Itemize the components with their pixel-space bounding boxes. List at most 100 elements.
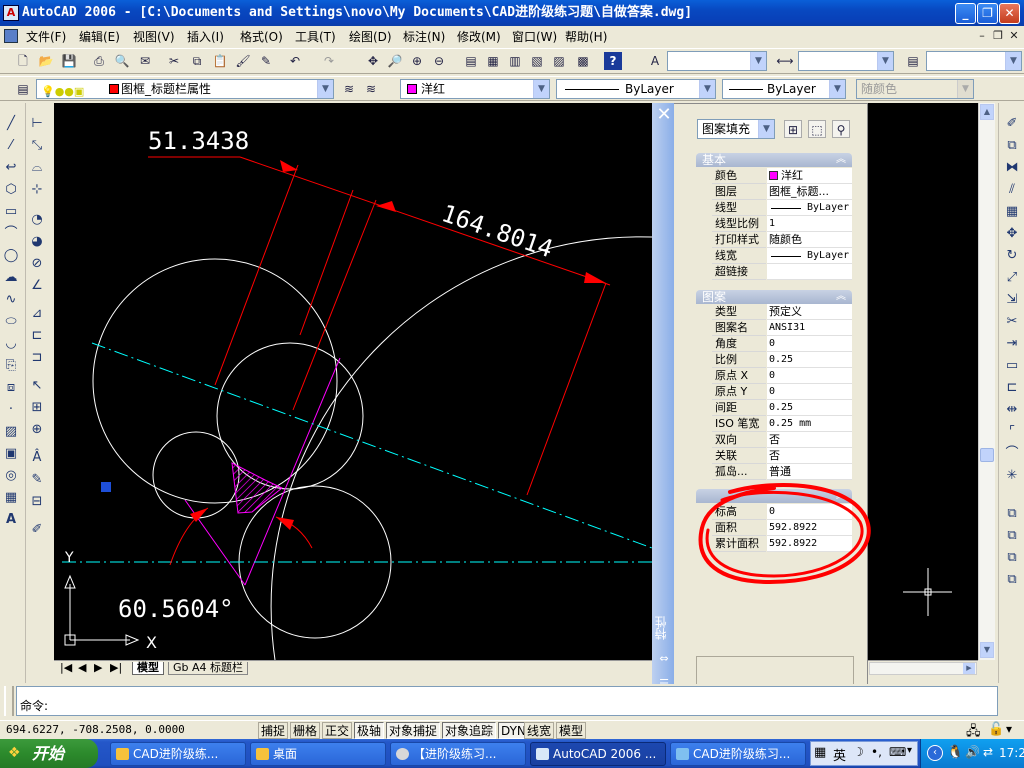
task-cad-folder[interactable]: CAD进阶级练... (110, 742, 246, 766)
join-icon[interactable]: ⇹ (1001, 399, 1023, 420)
toggle-model[interactable]: 模型 (556, 722, 587, 739)
dimedit-icon[interactable]: Â (26, 447, 48, 468)
quick-leader-icon[interactable]: ↖ (26, 375, 48, 396)
layer-previous-icon[interactable]: ≋ (362, 80, 380, 98)
undo-icon[interactable]: ↶ (286, 52, 304, 70)
block-editor-icon[interactable]: ✎ (257, 52, 275, 70)
object-type-select[interactable]: 图案填充 ▼ (697, 119, 775, 139)
prop-row-double[interactable]: 双向否 (712, 432, 852, 448)
menu-dimension[interactable]: 标注(N) (403, 28, 445, 45)
table-icon[interactable]: ▦ (0, 487, 22, 508)
baseline-dim-icon[interactable]: ⊏ (26, 325, 48, 346)
autohide-icon[interactable]: ⇔ (656, 652, 672, 666)
network-icon[interactable]: ⇄ (983, 745, 993, 759)
ellipse-arc-icon[interactable]: ◡ (0, 333, 22, 354)
array-icon[interactable]: ▦ (1001, 201, 1023, 222)
prop-row-iso-pen[interactable]: ISO 笔宽 0.25 mm (712, 416, 852, 432)
task-image-viewer[interactable]: CAD进阶级练习... (670, 742, 806, 766)
save-icon[interactable]: 💾 (60, 52, 78, 70)
zoom-previous-icon[interactable]: ⊖ (430, 52, 448, 70)
tab-next-icon[interactable]: ▶ (90, 662, 106, 675)
matchprop-icon[interactable]: 🖌 (234, 52, 252, 70)
menu-insert[interactable]: 插入(I) (187, 28, 224, 45)
prop-row-associative[interactable]: 关联否 (712, 448, 852, 464)
prop-row-type[interactable]: 类型 预定义 (712, 304, 852, 320)
command-line[interactable]: 命令: (16, 686, 998, 716)
trim-icon[interactable]: ✂ (1001, 311, 1023, 332)
copy-object-icon[interactable]: ⧉ (1001, 135, 1023, 156)
prop-row-origin-x[interactable]: 原点 X0 (712, 368, 852, 384)
erase-icon[interactable]: ✐ (1001, 113, 1023, 134)
make-current-layer-icon[interactable]: ≋ (340, 80, 358, 98)
aligned-dim-icon[interactable]: ⤡ (26, 135, 48, 156)
redo-icon[interactable]: ↷ (320, 52, 338, 70)
quick-dim-icon[interactable]: ⊿ (26, 303, 48, 324)
break-icon[interactable]: ⊏ (1001, 377, 1023, 398)
toggle-ortho[interactable]: 正交 (322, 722, 353, 739)
prop-row-origin-y[interactable]: 原点 Y0 (712, 384, 852, 400)
paste-icon[interactable]: 📋 (211, 52, 229, 70)
clock[interactable]: 17:23 (999, 746, 1024, 760)
dim-style-icon[interactable]: ⟷ (776, 52, 794, 70)
help-icon[interactable]: ? (604, 52, 622, 70)
menu-edit[interactable]: 编辑(E) (79, 28, 120, 45)
toggle-pickadd-icon[interactable]: ⊞ (784, 120, 802, 138)
polyline-icon[interactable]: ↩ (0, 157, 22, 178)
restore-button[interactable]: ❐ (977, 3, 998, 24)
language-bar[interactable]: ▦ 英 ☽ •, ⌨ ▾ (810, 741, 918, 766)
minimize-button[interactable]: _ (955, 3, 976, 24)
table-style-icon[interactable]: ▤ (904, 52, 922, 70)
extend-icon[interactable]: ⇥ (1001, 333, 1023, 354)
collapse-icon[interactable]: ︽ (836, 153, 846, 167)
tool-palettes-icon[interactable]: ▥ (506, 52, 524, 70)
ordinate-dim-icon[interactable]: ⊹ (26, 179, 48, 200)
toggle-osnap[interactable]: 对象捕捉 (386, 722, 441, 739)
doc-restore-icon[interactable]: ❐ (991, 29, 1005, 43)
pan-icon[interactable]: ✥ (364, 52, 382, 70)
menu-format[interactable]: 格式(O) (240, 28, 283, 45)
palette-close-icon[interactable]: ✕ (655, 106, 673, 124)
sheet-set-icon[interactable]: ▧ (528, 52, 546, 70)
menu-draw[interactable]: 绘图(D) (349, 28, 392, 45)
gradient-icon[interactable]: ▣ (0, 443, 22, 464)
dimtedit-icon[interactable]: ✎ (26, 469, 48, 490)
zoom-window-icon[interactable]: ⊕ (408, 52, 426, 70)
break-point-icon[interactable]: ▭ (1001, 355, 1023, 376)
tolerance-icon[interactable]: ⊞ (26, 397, 48, 418)
menu-file[interactable]: 文件(F) (26, 28, 66, 45)
start-button[interactable]: ❖ 开始 (0, 739, 98, 768)
status-menu-icon[interactable]: ▾ (1006, 722, 1012, 736)
scroll-up-icon[interactable]: ▲ (980, 104, 994, 120)
prop-row-scale[interactable]: 比例 0.25 (712, 352, 852, 368)
autocad-icon[interactable]: A (3, 5, 19, 21)
toggle-polar[interactable]: 极轴 (354, 722, 385, 739)
scroll-right-icon[interactable]: ▶ (963, 663, 975, 674)
design-center-icon[interactable]: ▦ (484, 52, 502, 70)
select-objects-icon[interactable]: ⬚ (808, 120, 826, 138)
close-button[interactable]: ✕ (999, 3, 1020, 24)
properties-icon[interactable]: ▤ (462, 52, 480, 70)
toggle-snap[interactable]: 捕捉 (258, 722, 289, 739)
layer-combo[interactable]: 💡●●▣ 图框_标题栏属性 ▼ (36, 79, 334, 99)
markup-icon[interactable]: ▨ (550, 52, 568, 70)
fillet-icon[interactable]: ⌒ (1001, 443, 1023, 464)
scroll-thumb[interactable] (980, 448, 994, 462)
center-mark-icon[interactable]: ⊕ (26, 419, 48, 440)
text-style-combo[interactable]: ▼ (667, 51, 767, 71)
lineweight-combo[interactable]: ByLayer ▼ (722, 79, 846, 99)
multiline-text-icon[interactable]: A (0, 509, 22, 530)
prop-row-spacing[interactable]: 间距 0.25 (712, 400, 852, 416)
insert-block-icon[interactable]: ⎘ (0, 355, 22, 376)
chamfer-icon[interactable]: ⌜ (1001, 421, 1023, 442)
dim-update-icon[interactable]: ⊟ (26, 491, 48, 512)
arc-length-icon[interactable]: ⌓ (26, 157, 48, 178)
polygon-icon[interactable]: ⬡ (0, 179, 22, 200)
continue-dim-icon[interactable]: ⊐ (26, 347, 48, 368)
scale-icon[interactable]: ⤢ (1001, 267, 1023, 288)
doc-minimize-icon[interactable]: – (975, 29, 989, 43)
command-grip[interactable] (4, 686, 14, 716)
tab-gb-a4[interactable]: Gb A4 标题栏 (168, 662, 249, 675)
menu-tools[interactable]: 工具(T) (295, 28, 336, 45)
volume-icon[interactable]: 🔊 (965, 745, 980, 759)
ime-menu-icon[interactable]: ▾ (907, 745, 912, 756)
